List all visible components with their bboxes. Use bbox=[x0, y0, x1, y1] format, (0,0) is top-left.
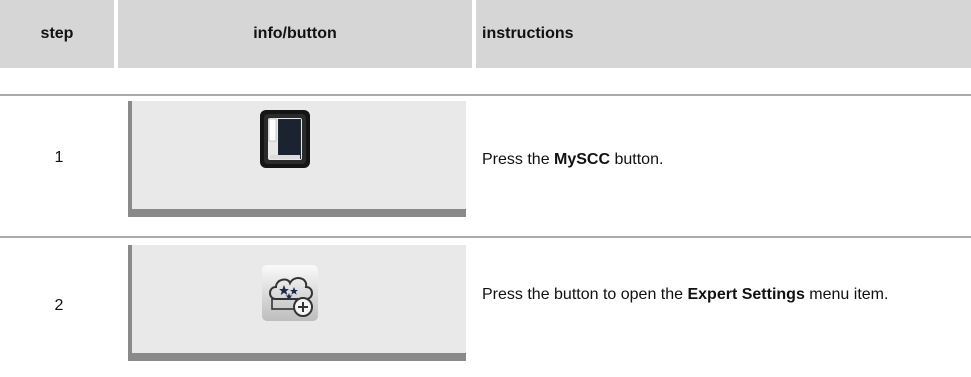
instruction-text: Press the MySCC button. bbox=[482, 151, 664, 168]
step-number: 1 bbox=[54, 149, 64, 166]
instruction-emphasis: Expert Settings bbox=[687, 286, 805, 303]
myscc-oven-icon[interactable] bbox=[260, 110, 310, 168]
row-divider bbox=[0, 236, 971, 238]
row-divider bbox=[0, 94, 971, 96]
expert-settings-icon[interactable] bbox=[262, 265, 318, 321]
step-number: 2 bbox=[54, 297, 64, 314]
button-panel bbox=[128, 101, 466, 217]
column-header-instructions: instructions bbox=[476, 0, 971, 68]
button-panel bbox=[128, 245, 466, 361]
instruction-emphasis: MySCC bbox=[554, 151, 611, 168]
column-header-step: step bbox=[0, 0, 114, 68]
instruction-text: Press the button to open the Expert Sett… bbox=[482, 286, 889, 303]
column-header-info-button: info/button bbox=[118, 0, 472, 68]
